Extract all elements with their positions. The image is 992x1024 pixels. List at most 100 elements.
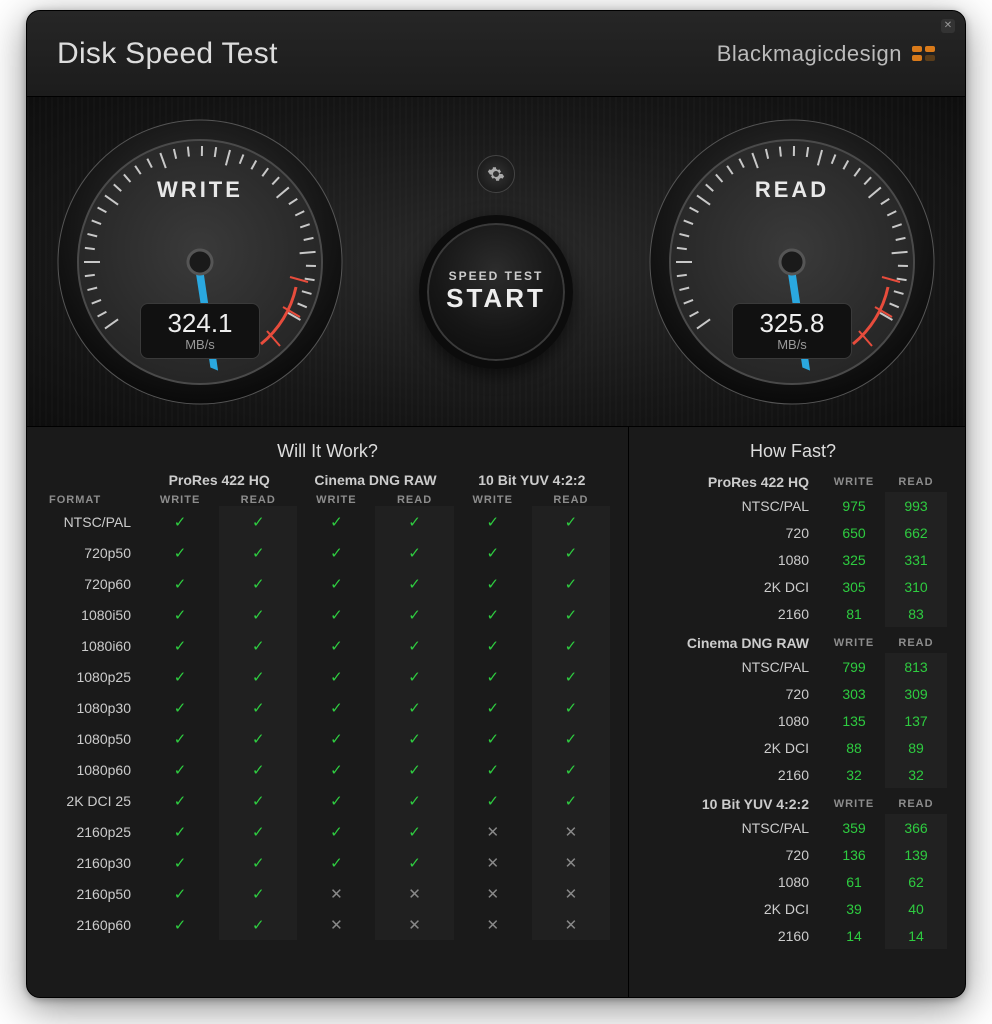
close-icon[interactable]: ✕ xyxy=(941,19,955,33)
format-label: 2160p50 xyxy=(45,886,141,902)
check-icon: ✓ xyxy=(375,847,453,878)
check-icon: ✓ xyxy=(141,599,219,630)
write-value: 88 xyxy=(823,734,885,761)
table-row: 2160 14 14 xyxy=(639,922,947,949)
codec-label: 10 Bit YUV 4:2:2 xyxy=(639,796,823,812)
check-icon: ✓ xyxy=(219,785,297,816)
table-row: 1080i50✓✓✓✓✓✓ xyxy=(45,599,610,630)
check-icon: ✓ xyxy=(141,754,219,785)
read-gauge-readout: 325.8 MB/s xyxy=(732,303,852,359)
read-subheader: READ xyxy=(375,494,453,506)
table-row: NTSC/PAL 359 366 xyxy=(639,814,947,841)
format-label: 1080p25 xyxy=(45,669,141,685)
table-row: 720p60✓✓✓✓✓✓ xyxy=(45,568,610,599)
read-gauge: READ 325.8 MB/s xyxy=(647,117,937,407)
how-fast-panel: How Fast? ProRes 422 HQ WRITE READNTSC/P… xyxy=(629,427,965,997)
check-icon: ✓ xyxy=(297,630,375,661)
brand-text: Blackmagicdesign xyxy=(717,41,902,67)
format-label: 1080 xyxy=(639,552,823,568)
read-value: 993 xyxy=(885,492,947,519)
write-gauge-unit: MB/s xyxy=(141,337,259,352)
table-row: 720 303 309 xyxy=(639,680,947,707)
x-icon: ✕ xyxy=(375,878,453,909)
read-value: 309 xyxy=(885,680,947,707)
read-subheader: READ xyxy=(885,798,947,810)
read-subheader: READ xyxy=(885,476,947,488)
check-icon: ✓ xyxy=(219,630,297,661)
check-icon: ✓ xyxy=(297,568,375,599)
x-icon: ✕ xyxy=(375,909,453,940)
table-row: 2K DCI 88 89 xyxy=(639,734,947,761)
x-icon: ✕ xyxy=(532,816,610,847)
table-row: 1080 135 137 xyxy=(639,707,947,734)
check-icon: ✓ xyxy=(454,599,532,630)
table-row: 2160p30✓✓✓✓✕✕ xyxy=(45,847,610,878)
table-row: 2160p50✓✓✕✕✕✕ xyxy=(45,878,610,909)
check-icon: ✓ xyxy=(219,599,297,630)
write-value: 135 xyxy=(823,707,885,734)
format-label: 1080p30 xyxy=(45,700,141,716)
write-value: 305 xyxy=(823,573,885,600)
settings-button[interactable] xyxy=(477,155,515,193)
check-icon: ✓ xyxy=(454,568,532,599)
check-icon: ✓ xyxy=(141,878,219,909)
format-label: 2K DCI xyxy=(639,901,823,917)
will-it-work-title: Will It Work? xyxy=(45,441,610,462)
how-fast-section: 10 Bit YUV 4:2:2 WRITE READ NTSC/PAL 359 … xyxy=(639,794,947,949)
x-icon: ✕ xyxy=(454,878,532,909)
table-row: 1080 61 62 xyxy=(639,868,947,895)
read-value: 89 xyxy=(885,734,947,761)
table-row: 2K DCI 39 40 xyxy=(639,895,947,922)
gear-icon xyxy=(487,165,505,183)
check-icon: ✓ xyxy=(375,537,453,568)
check-icon: ✓ xyxy=(532,692,610,723)
format-label: 720 xyxy=(639,686,823,702)
format-label: 1080i60 xyxy=(45,638,141,654)
table-row: NTSC/PAL 799 813 xyxy=(639,653,947,680)
check-icon: ✓ xyxy=(141,537,219,568)
write-subheader: WRITE xyxy=(823,798,885,810)
write-subheader: WRITE xyxy=(823,476,885,488)
check-icon: ✓ xyxy=(454,506,532,537)
check-icon: ✓ xyxy=(297,754,375,785)
check-icon: ✓ xyxy=(375,692,453,723)
check-icon: ✓ xyxy=(141,723,219,754)
write-value: 81 xyxy=(823,600,885,627)
check-icon: ✓ xyxy=(532,537,610,568)
check-icon: ✓ xyxy=(375,785,453,816)
check-icon: ✓ xyxy=(375,661,453,692)
codec-label: Cinema DNG RAW xyxy=(639,635,823,651)
format-label: 2160 xyxy=(639,928,823,944)
format-label: 1080i50 xyxy=(45,607,141,623)
table-row: 2160 81 83 xyxy=(639,600,947,627)
will-it-work-panel: Will It Work? ProRes 422 HQ Cinema DNG R… xyxy=(27,427,629,997)
write-value: 303 xyxy=(823,680,885,707)
write-subheader: WRITE xyxy=(454,494,532,506)
check-icon: ✓ xyxy=(219,847,297,878)
check-icon: ✓ xyxy=(219,661,297,692)
check-icon: ✓ xyxy=(454,692,532,723)
x-icon: ✕ xyxy=(297,878,375,909)
format-label: 2160p25 xyxy=(45,824,141,840)
read-gauge-label: READ xyxy=(647,177,937,203)
read-value: 139 xyxy=(885,841,947,868)
check-icon: ✓ xyxy=(219,506,297,537)
table-row: 2K DCI 25✓✓✓✓✓✓ xyxy=(45,785,610,816)
format-label: 2160p60 xyxy=(45,917,141,933)
x-icon: ✕ xyxy=(532,909,610,940)
write-value: 39 xyxy=(823,895,885,922)
table-row: 2160p25✓✓✓✓✕✕ xyxy=(45,816,610,847)
format-label: 2K DCI 25 xyxy=(45,793,141,809)
check-icon: ✓ xyxy=(297,816,375,847)
x-icon: ✕ xyxy=(532,878,610,909)
format-label: 1080 xyxy=(639,874,823,890)
start-button[interactable]: SPEED TEST START xyxy=(419,215,573,369)
write-subheader: WRITE xyxy=(297,494,375,506)
table-row: 1080p25✓✓✓✓✓✓ xyxy=(45,661,610,692)
format-label: 2160 xyxy=(639,767,823,783)
check-icon: ✓ xyxy=(219,754,297,785)
check-icon: ✓ xyxy=(375,723,453,754)
check-icon: ✓ xyxy=(141,816,219,847)
check-icon: ✓ xyxy=(141,568,219,599)
check-icon: ✓ xyxy=(141,506,219,537)
